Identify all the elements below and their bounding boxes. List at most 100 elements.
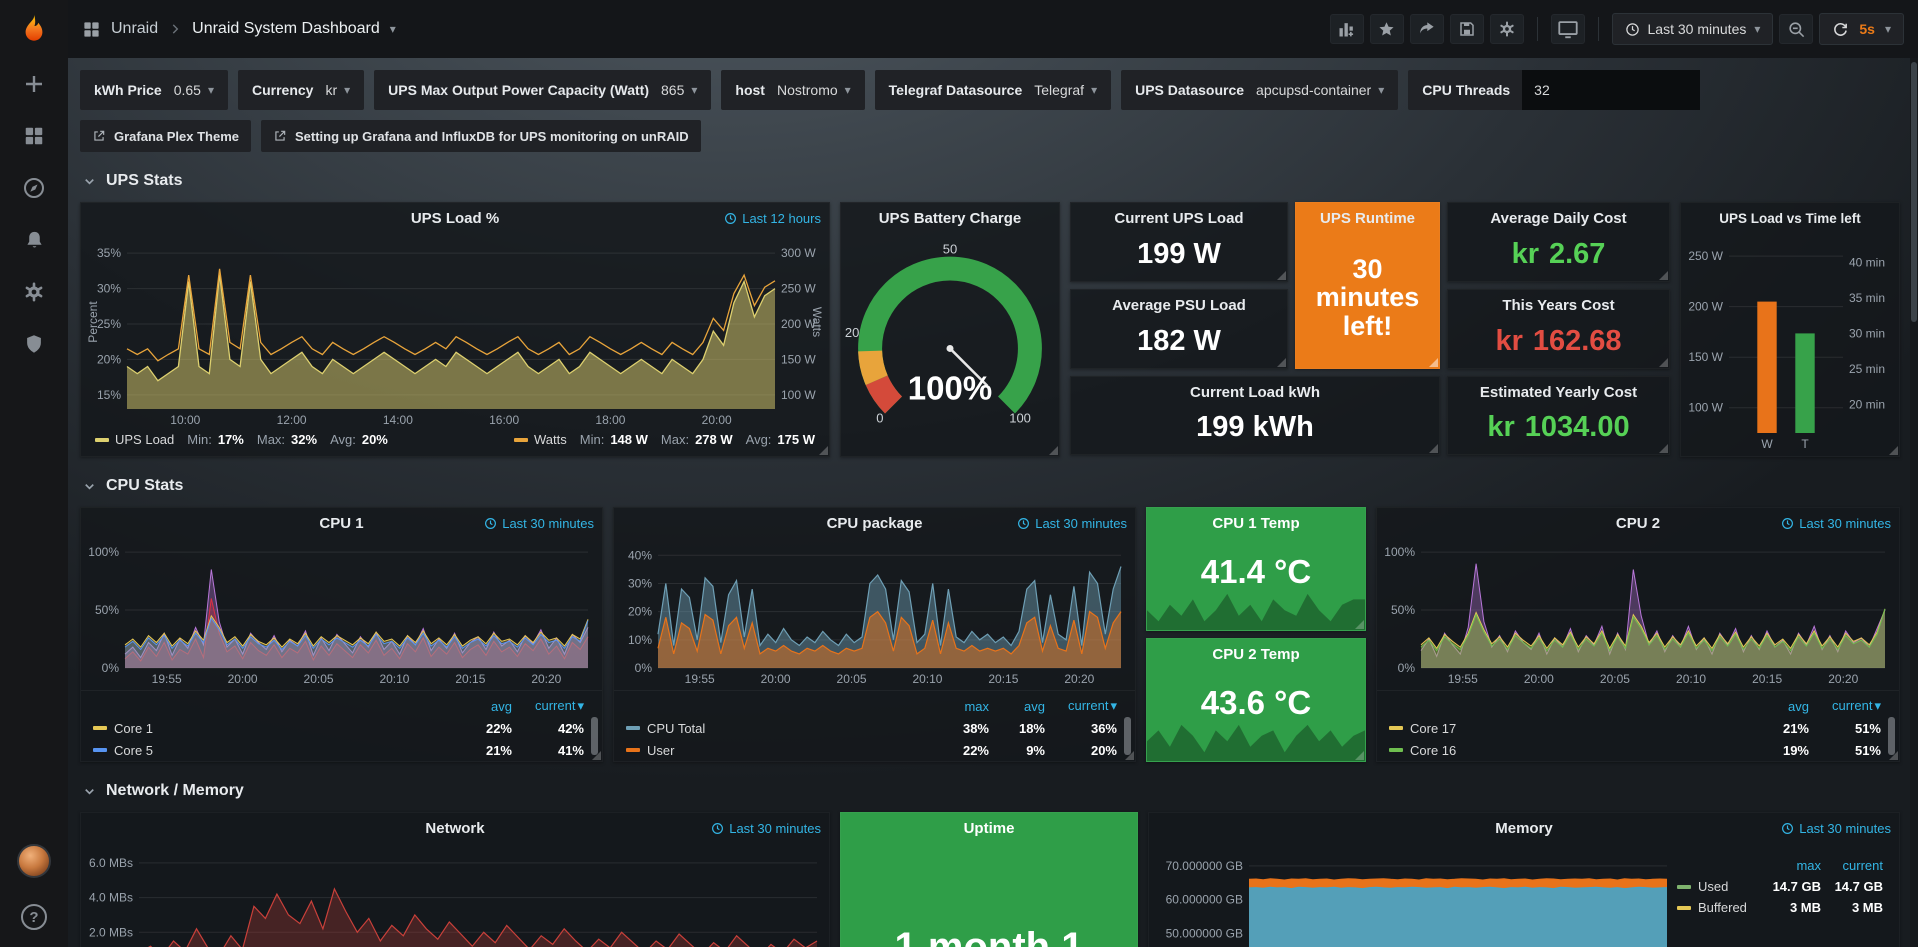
panel-time-range[interactable]: Last 30 minutes [1017,516,1127,531]
legend-col-current[interactable]: current [1045,698,1117,714]
cpu1-chart[interactable]: 0%50%100%19:5520:0020:0520:1020:1520:20 [81,538,602,688]
star-dashboard-button[interactable] [1370,14,1404,44]
legend-item[interactable]: Core 1 [93,721,450,736]
legend-value: 19% [1747,743,1809,758]
panel-ups-runtime: UPS Runtime 30 minutes left! [1295,202,1440,369]
panel-title[interactable]: Estimated Yearly Cost [1480,384,1637,401]
panel-title[interactable]: Current UPS Load [1114,210,1243,227]
ups-load-chart[interactable]: 15%20%25%30%35%100 W150 W200 W250 W300 W… [81,233,829,429]
time-range-picker[interactable]: Last 30 minutes ▾ [1612,13,1774,45]
legend-col-current[interactable]: current [1809,698,1881,714]
refresh-icon[interactable] [1832,21,1849,38]
panel-time-range[interactable]: Last 30 minutes [1781,516,1891,531]
cpu-package-chart[interactable]: 0%10%20%30%40%19:5520:0020:0520:1020:152… [614,538,1135,688]
save-dashboard-button[interactable] [1450,14,1484,44]
legend-scrollbar[interactable] [1124,717,1131,755]
add-panel-button[interactable] [1330,14,1364,44]
legend-item[interactable]: CPU Total [626,721,931,736]
panel-title[interactable]: Memory [1495,820,1553,837]
section-ups-stats[interactable]: UPS Stats [82,166,1906,196]
dashboard-title[interactable]: Unraid System Dashboard [192,20,380,38]
panel-title[interactable]: CPU 1 Temp [1212,515,1299,532]
legend-col-avg[interactable]: avg [989,699,1045,714]
panel-time-range[interactable]: Last 12 hours [724,211,821,226]
sidebar-item-dashboards[interactable] [0,110,68,162]
sidebar-item-alerting[interactable] [0,214,68,266]
variable-value-dropdown[interactable]: 865▾ [661,82,697,98]
legend-scrollbar[interactable] [591,717,598,755]
caret-down-icon[interactable]: ▾ [390,22,396,36]
svg-text:20:00: 20:00 [702,413,732,427]
legend-item[interactable]: Buffered [1677,900,1759,915]
dashboard-links-row: Grafana Plex Theme Setting up Grafana an… [80,120,1906,152]
panel-title[interactable]: CPU 2 [1616,515,1660,532]
breadcrumb-folder[interactable]: Unraid [111,20,158,38]
sidebar-item-server-admin[interactable] [0,318,68,370]
page-scrollbar[interactable] [1910,58,1918,947]
variable-value-dropdown[interactable]: Telegraf▾ [1034,82,1097,98]
sidebar-item-explore[interactable] [0,162,68,214]
dashboard-icon[interactable] [82,20,101,39]
legend-item[interactable]: Used [1677,879,1759,894]
caret-down-icon[interactable]: ▾ [1885,22,1891,36]
panel-title[interactable]: UPS Battery Charge [879,210,1022,227]
legend-col-max[interactable]: max [931,699,989,714]
legend-col-avg[interactable]: avg [450,699,512,714]
refresh-interval-label[interactable]: 5s [1859,21,1875,37]
legend-value: 3 MB [1821,900,1883,915]
sidebar-item-help[interactable]: ? [0,887,68,947]
dashboard-link-grafana-plex-theme[interactable]: Grafana Plex Theme [80,120,251,152]
legend-item[interactable]: Core 16 [1389,743,1747,758]
legend-item[interactable]: Core 5 [93,743,450,758]
legend-item[interactable]: User [626,743,931,758]
zoom-out-time-button[interactable] [1779,14,1813,44]
legend-item-watts[interactable]: Watts Min:148 W Max:278 W Avg:175 W [514,432,815,447]
dashboard-settings-button[interactable] [1490,14,1524,44]
panel-title[interactable]: CPU 1 [319,515,363,532]
sidebar-item-create[interactable] [0,58,68,110]
variable-value-dropdown[interactable]: apcupsd-container▾ [1256,82,1384,98]
variable-value-dropdown[interactable]: 0.65▾ [174,82,214,98]
legend-col-avg[interactable]: avg [1747,699,1809,714]
svg-text:200 W: 200 W [1688,300,1723,314]
cpu-threads-input[interactable] [1522,70,1700,110]
cpu2-chart[interactable]: 0%50%100%19:5520:0020:0520:1020:1520:20 [1377,538,1899,688]
legend-item[interactable]: Core 17 [1389,721,1747,736]
sidebar-item-profile[interactable] [0,835,68,887]
panel-title[interactable]: Average Daily Cost [1490,210,1626,227]
panel-title[interactable]: CPU package [827,515,923,532]
svg-text:19:55: 19:55 [685,672,715,686]
panel-time-range[interactable]: Last 30 minutes [711,821,821,836]
legend-scrollbar[interactable] [1888,717,1895,755]
legend-value: 3 MB [1759,900,1821,915]
legend-col-current[interactable]: current [1821,858,1883,873]
dashboard-link-ups-monitoring-guide[interactable]: Setting up Grafana and InfluxDB for UPS … [261,120,701,152]
panel-title[interactable]: UPS Load vs Time left [1719,211,1861,226]
share-dashboard-button[interactable] [1410,14,1444,44]
panel-title[interactable]: CPU 2 Temp [1212,646,1299,663]
panel-title[interactable]: Average PSU Load [1112,297,1246,314]
memory-chart[interactable]: 50.000000 GB60.000000 GB70.000000 GB [1149,843,1677,947]
battery-gauge: 02050100100% [841,233,1059,455]
section-cpu-stats[interactable]: CPU Stats [82,471,1906,501]
panel-title[interactable]: Network [425,820,484,837]
panel-title[interactable]: Uptime [964,820,1015,837]
panel-title[interactable]: UPS Runtime [1320,210,1415,227]
panel-time-range[interactable]: Last 30 minutes [484,516,594,531]
grafana-logo[interactable] [0,0,68,58]
network-chart[interactable]: 2.0 MBs4.0 MBs6.0 MBs [81,843,829,947]
legend-col-current[interactable]: current [512,698,584,714]
variable-value-dropdown[interactable]: Nostromo▾ [777,82,851,98]
panel-title[interactable]: Current Load kWh [1190,384,1320,401]
variable-value-dropdown[interactable]: kr▾ [325,82,350,98]
panel-title[interactable]: This Years Cost [1502,297,1614,314]
panel-time-range[interactable]: Last 30 minutes [1781,821,1891,836]
section-network-memory[interactable]: Network / Memory [82,776,1906,806]
legend-col-max[interactable]: max [1759,858,1821,873]
panel-title[interactable]: UPS Load % [411,210,499,227]
cycle-view-mode-button[interactable] [1551,14,1585,44]
variable-host: host Nostromo▾ [721,70,864,110]
scrollbar-thumb[interactable] [1911,62,1917,322]
legend-item-ups-load[interactable]: UPS Load Min:17% Max:32% Avg:20% [95,432,388,447]
sidebar-item-configuration[interactable] [0,266,68,318]
